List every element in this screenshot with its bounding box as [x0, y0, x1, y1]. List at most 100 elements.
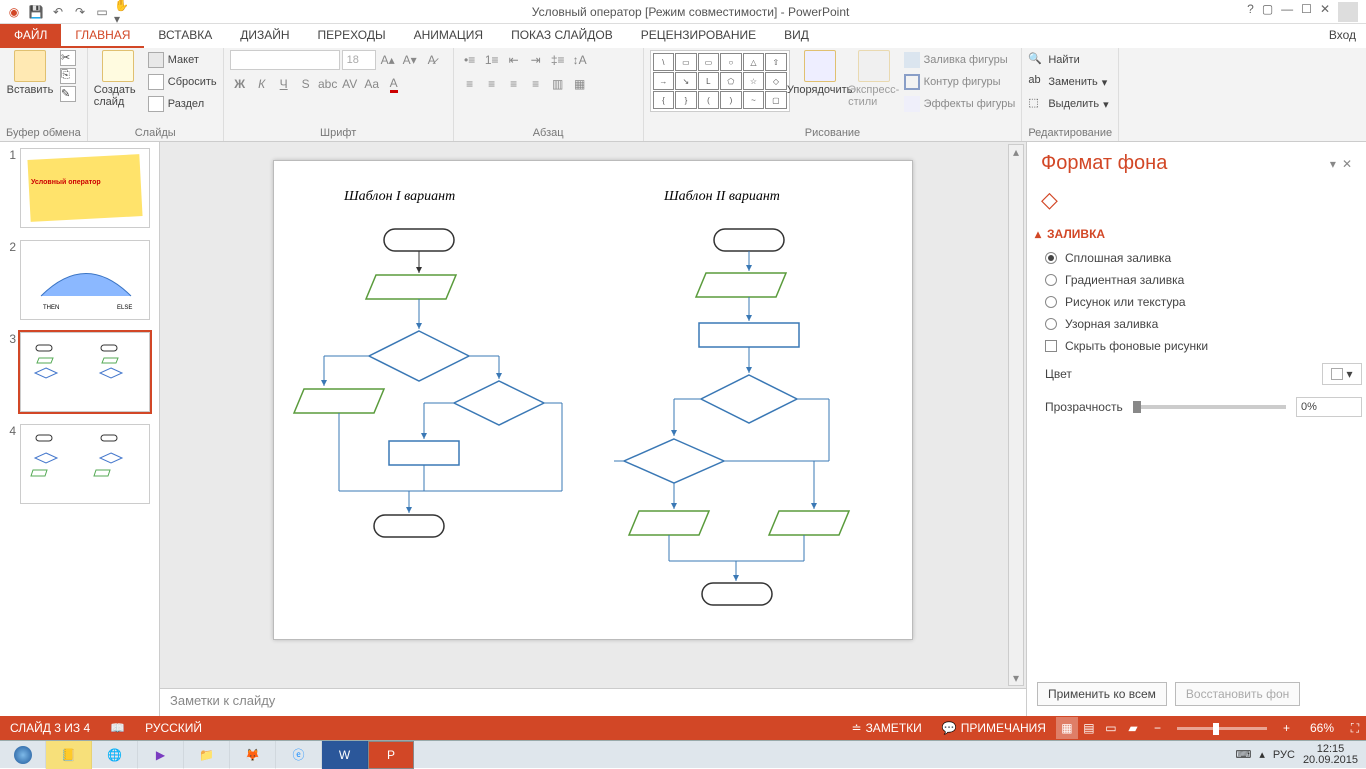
align-left-icon[interactable]: ≡ — [460, 74, 480, 94]
radio-gradient[interactable]: Градиентная заливка — [1027, 269, 1366, 291]
shape-outline-button[interactable]: Контур фигуры — [904, 72, 1016, 92]
section-button[interactable]: Раздел — [148, 94, 217, 114]
smartart-icon[interactable]: ▦ — [570, 74, 590, 94]
tab-review[interactable]: РЕЦЕНЗИРОВАНИЕ — [627, 24, 770, 48]
paste-button[interactable]: Вставить — [6, 50, 54, 96]
grow-font-icon[interactable]: A▴ — [378, 50, 398, 70]
align-center-icon[interactable]: ≡ — [482, 74, 502, 94]
tab-transitions[interactable]: ПЕРЕХОДЫ — [304, 24, 400, 48]
transparency-slider[interactable] — [1133, 405, 1286, 409]
signin-link[interactable]: Вход — [1319, 24, 1366, 48]
task-firefox[interactable]: 🦊 — [230, 741, 276, 769]
radio-pattern[interactable]: Узорная заливка — [1027, 313, 1366, 335]
notes-toggle[interactable]: ≐ ЗАМЕТКИ — [842, 721, 932, 735]
user-avatar[interactable] — [1338, 2, 1358, 22]
copy-icon[interactable]: ⎘ — [60, 68, 76, 84]
qat-touch[interactable]: ✋▾ — [114, 2, 134, 22]
view-normal-icon[interactable]: ▦ — [1056, 717, 1078, 739]
case-icon[interactable]: Aa — [362, 74, 382, 94]
linespace-icon[interactable]: ‡≡ — [548, 50, 568, 70]
start-button[interactable] — [0, 741, 46, 769]
help-icon[interactable]: ? — [1247, 2, 1254, 22]
slide-canvas[interactable]: Шаблон I вариант Шаблон II вариант — [273, 160, 913, 640]
comments-toggle[interactable]: 💬 ПРИМЕЧАНИЯ — [932, 721, 1056, 735]
tab-view[interactable]: ВИД — [770, 24, 823, 48]
select-button[interactable]: ⬚Выделить▾ — [1028, 94, 1108, 114]
reset-bg-button[interactable]: Восстановить фон — [1175, 682, 1300, 706]
view-reading-icon[interactable]: ▭ — [1100, 717, 1122, 739]
textdir-icon[interactable]: ↕A — [570, 50, 590, 70]
zoom-out-icon[interactable]: − — [1144, 721, 1171, 735]
tray-date[interactable]: 20.09.2015 — [1303, 755, 1358, 766]
radio-solid[interactable]: Сплошная заливка — [1027, 247, 1366, 269]
radio-picture[interactable]: Рисунок или текстура — [1027, 291, 1366, 313]
fill-tool-icon[interactable]: ◇ — [1041, 187, 1058, 212]
tab-animation[interactable]: АНИМАЦИЯ — [400, 24, 497, 48]
zoom-in-icon[interactable]: + — [1273, 721, 1300, 735]
section-fill[interactable]: ▴ЗАЛИВКА — [1027, 219, 1366, 247]
cut-icon[interactable]: ✂ — [60, 50, 76, 66]
reset-button[interactable]: Сбросить — [148, 72, 217, 92]
thumb-3[interactable] — [20, 332, 150, 412]
align-justify-icon[interactable]: ≡ — [526, 74, 546, 94]
qat-redo[interactable]: ↷ — [70, 2, 90, 22]
transparency-value[interactable]: 0% — [1296, 397, 1362, 417]
slide-thumbnails[interactable]: 1 Условный оператор 2 THENELSE 3 4 — [0, 142, 160, 716]
new-slide-button[interactable]: Создать слайд — [94, 50, 142, 108]
task-ie[interactable]: ⓔ — [276, 741, 322, 769]
strike-icon[interactable]: S — [296, 74, 316, 94]
tab-design[interactable]: ДИЗАЙН — [226, 24, 303, 48]
thumb-1[interactable]: Условный оператор — [20, 148, 150, 228]
minimize-icon[interactable]: — — [1281, 2, 1293, 22]
font-size-combo[interactable]: 18 — [342, 50, 376, 70]
slide-counter[interactable]: СЛАЙД 3 ИЗ 4 — [0, 721, 100, 735]
arrange-button[interactable]: Упорядочить — [796, 50, 844, 96]
tray-chevron-icon[interactable]: ▴ — [1259, 748, 1265, 761]
zoom-slider[interactable] — [1177, 727, 1267, 730]
shape-effects-button[interactable]: Эффекты фигуры — [904, 94, 1016, 114]
zoom-value[interactable]: 66% — [1300, 721, 1344, 735]
numbering-icon[interactable]: 1≡ — [482, 50, 502, 70]
quick-styles-button[interactable]: Экспресс-стили — [850, 50, 898, 108]
align-right-icon[interactable]: ≡ — [504, 74, 524, 94]
ribbon-opts-icon[interactable]: ▢ — [1262, 2, 1273, 22]
clear-format-icon[interactable]: A̷ — [422, 50, 442, 70]
bullets-icon[interactable]: •≡ — [460, 50, 480, 70]
replace-button[interactable]: abЗаменить▾ — [1028, 72, 1108, 92]
layout-button[interactable]: Макет — [148, 50, 217, 70]
pane-close-icon[interactable]: ✕ — [1342, 157, 1352, 171]
maximize-icon[interactable]: ☐ — [1301, 2, 1312, 22]
italic-icon[interactable]: К — [252, 74, 272, 94]
thumb-2[interactable]: THENELSE — [20, 240, 150, 320]
font-color-icon[interactable]: A — [384, 74, 404, 94]
vscrollbar[interactable]: ▴ ▾ — [1008, 144, 1024, 686]
view-slideshow-icon[interactable]: ▰ — [1122, 717, 1144, 739]
task-word[interactable]: W — [322, 741, 368, 769]
qat-start[interactable]: ▭ — [92, 2, 112, 22]
tab-home[interactable]: ГЛАВНАЯ — [61, 24, 144, 48]
font-family-combo[interactable] — [230, 50, 340, 70]
columns-icon[interactable]: ▥ — [548, 74, 568, 94]
qat-save[interactable]: 💾 — [26, 2, 46, 22]
close-icon[interactable]: ✕ — [1320, 2, 1330, 22]
shape-fill-button[interactable]: Заливка фигуры — [904, 50, 1016, 70]
find-button[interactable]: 🔍Найти — [1028, 50, 1108, 70]
notes-pane[interactable]: Заметки к слайду — [160, 688, 1026, 716]
task-app-1[interactable]: 📒 — [46, 741, 92, 769]
apply-all-button[interactable]: Применить ко всем — [1037, 682, 1167, 706]
shadow-icon[interactable]: abc — [318, 74, 338, 94]
pane-menu-icon[interactable]: ▾ — [1330, 157, 1336, 171]
shrink-font-icon[interactable]: A▾ — [400, 50, 420, 70]
task-media[interactable]: ▶ — [138, 741, 184, 769]
canvas-scroll[interactable]: Шаблон I вариант Шаблон II вариант — [160, 142, 1026, 688]
task-powerpoint[interactable]: P — [368, 741, 414, 769]
task-chrome[interactable]: 🌐 — [92, 741, 138, 769]
color-picker[interactable]: ▾ — [1322, 363, 1362, 385]
shapes-gallery[interactable]: \▭▭○△⇧ →↘L⬠☆◇ {}()~▢ — [650, 50, 790, 112]
tab-slideshow[interactable]: ПОКАЗ СЛАЙДОВ — [497, 24, 627, 48]
indent-dec-icon[interactable]: ⇤ — [504, 50, 524, 70]
check-hide-bg[interactable]: Скрыть фоновые рисунки — [1027, 335, 1366, 357]
spellcheck-icon[interactable]: 📖 — [100, 721, 135, 735]
bold-icon[interactable]: Ж — [230, 74, 250, 94]
tab-file[interactable]: ФАЙЛ — [0, 24, 61, 48]
